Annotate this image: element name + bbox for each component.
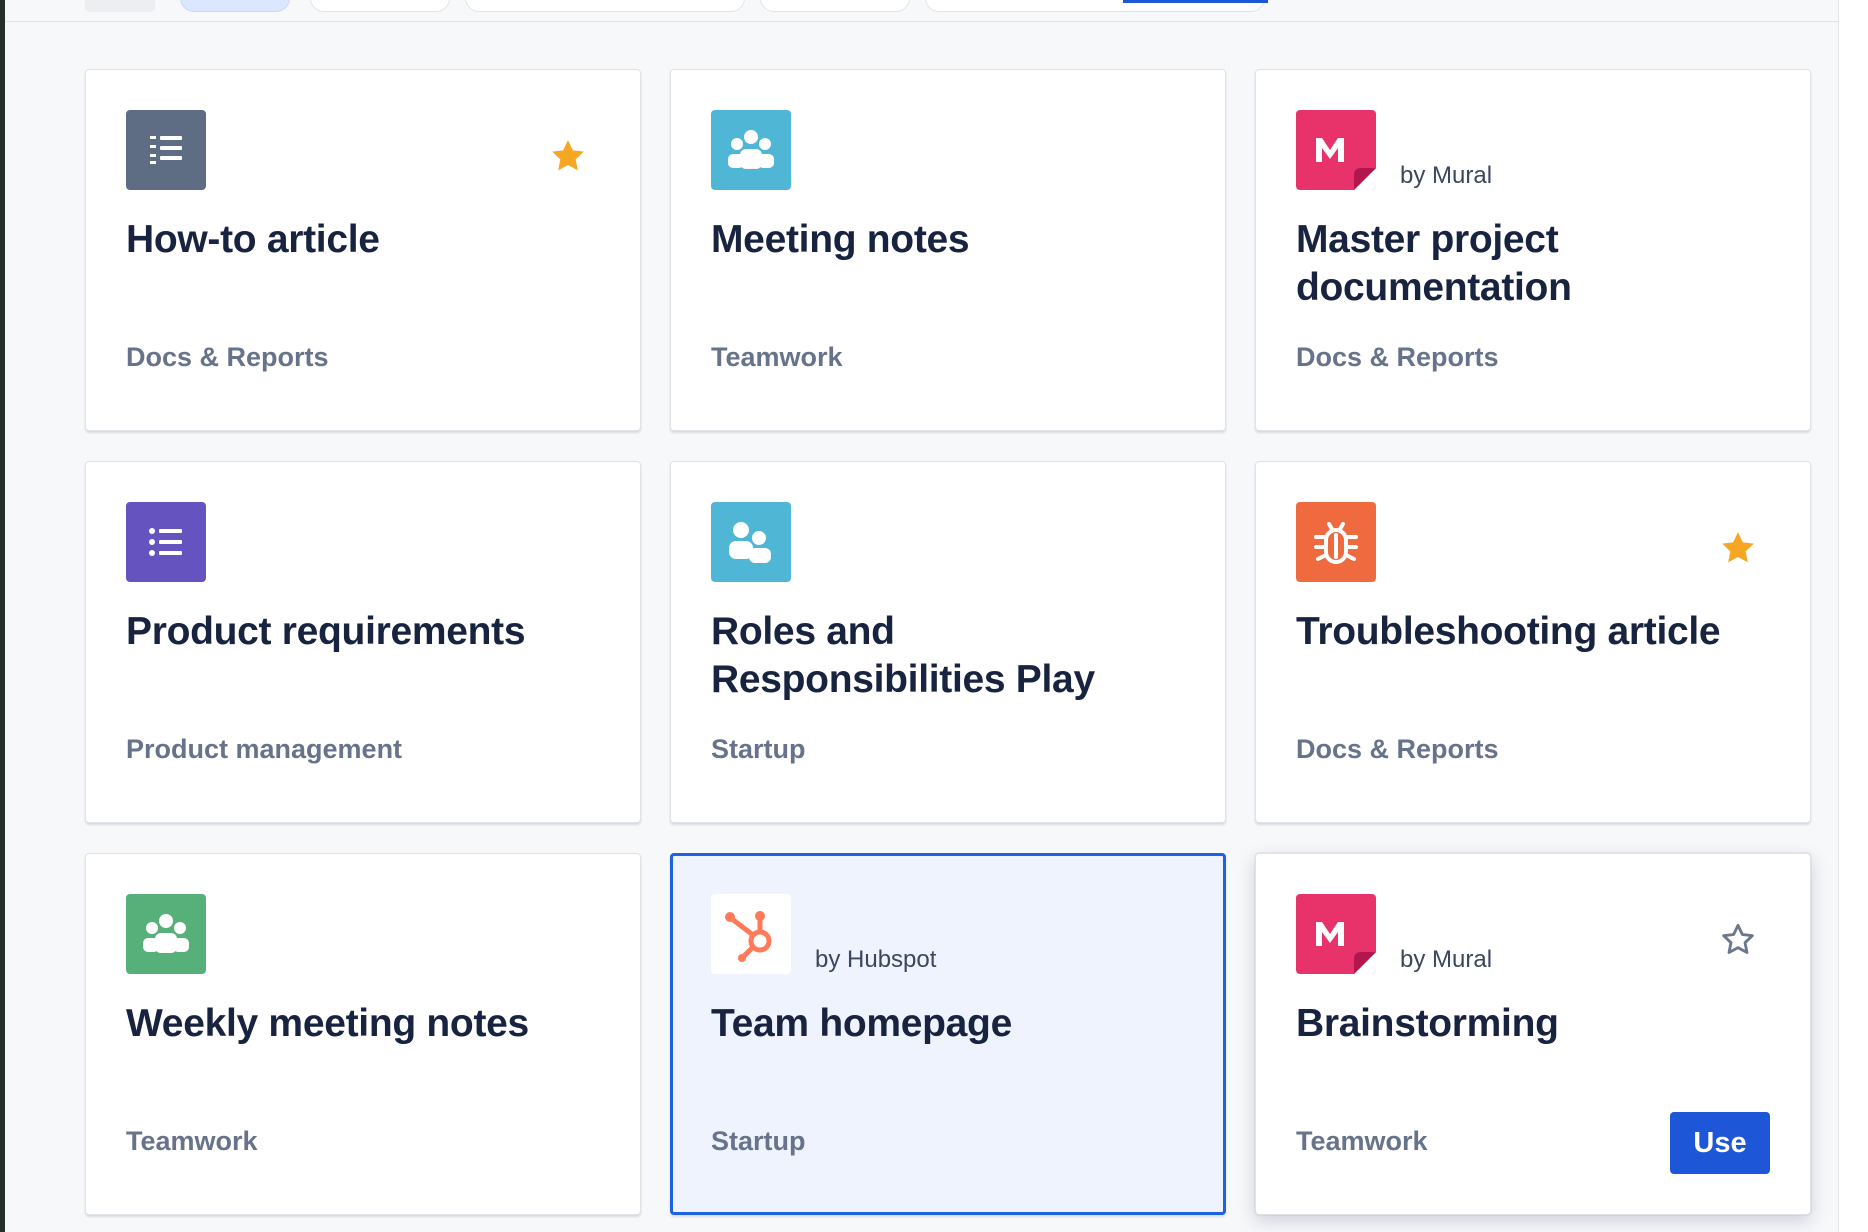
filter-chip-active[interactable] bbox=[180, 0, 290, 12]
template-byline: by Mural bbox=[1400, 946, 1493, 973]
category-filter-bar bbox=[5, 0, 1838, 22]
mural-logo-icon bbox=[1296, 110, 1376, 190]
filter-chip[interactable] bbox=[465, 0, 745, 12]
template-title: Brainstorming bbox=[1296, 1002, 1559, 1045]
template-category: Teamwork bbox=[1296, 1126, 1428, 1156]
mural-logo-icon bbox=[1296, 894, 1376, 974]
numbered-list-icon bbox=[126, 110, 206, 190]
template-title: Weekly meeting notes bbox=[126, 1002, 529, 1045]
filter-chip[interactable] bbox=[85, 0, 155, 12]
template-category: Teamwork bbox=[711, 342, 843, 372]
scrollbar-track[interactable] bbox=[1838, 0, 1868, 1232]
template-card-product-requirements[interactable]: Product requirements Product management bbox=[85, 461, 641, 823]
template-title: Troubleshooting article bbox=[1296, 610, 1721, 653]
template-title: How-to article bbox=[126, 218, 380, 261]
bug-icon bbox=[1296, 502, 1376, 582]
template-card-troubleshooting-article[interactable]: Troubleshooting article Docs & Reports bbox=[1255, 461, 1811, 823]
people-pair-icon bbox=[711, 502, 791, 582]
star-outline-icon[interactable] bbox=[1718, 920, 1758, 960]
template-card-weekly-meeting-notes[interactable]: Weekly meeting notes Teamwork bbox=[85, 853, 641, 1215]
template-title: Roles and Responsibilities Play bbox=[711, 610, 1095, 701]
template-category: Startup bbox=[711, 1126, 806, 1156]
filter-chip[interactable] bbox=[760, 0, 910, 12]
template-category: Docs & Reports bbox=[126, 342, 329, 372]
use-template-button[interactable]: Use bbox=[1670, 1112, 1770, 1174]
template-title: Master project documentation bbox=[1296, 218, 1572, 309]
filter-chip[interactable] bbox=[310, 0, 450, 12]
template-category: Teamwork bbox=[126, 1126, 258, 1156]
template-card-master-project-documentation[interactable]: by Mural Master project documentation Do… bbox=[1255, 69, 1811, 431]
active-tab-indicator bbox=[1123, 0, 1268, 3]
template-category: Docs & Reports bbox=[1296, 734, 1499, 764]
template-category: Startup bbox=[711, 734, 806, 764]
template-byline: by Mural bbox=[1400, 162, 1493, 189]
template-card-how-to-article[interactable]: How-to article Docs & Reports bbox=[85, 69, 641, 431]
people-group-icon bbox=[711, 110, 791, 190]
people-group-icon bbox=[126, 894, 206, 974]
template-title: Meeting notes bbox=[711, 218, 970, 261]
bullet-list-icon bbox=[126, 502, 206, 582]
star-filled-icon[interactable] bbox=[548, 136, 588, 176]
template-card-team-homepage[interactable]: by Hubspot Team homepage Startup bbox=[670, 853, 1226, 1215]
template-card-roles-and-responsibilities-play[interactable]: Roles and Responsibilities Play Startup bbox=[670, 461, 1226, 823]
template-card-brainstorming[interactable]: by Mural Brainstorming Teamwork Use bbox=[1255, 853, 1811, 1215]
template-card-meeting-notes[interactable]: Meeting notes Teamwork bbox=[670, 69, 1226, 431]
hubspot-logo-icon bbox=[711, 894, 791, 974]
template-byline: by Hubspot bbox=[815, 946, 937, 973]
template-category: Docs & Reports bbox=[1296, 342, 1499, 372]
template-title: Product requirements bbox=[126, 610, 526, 653]
window-edge bbox=[0, 0, 5, 1232]
template-category: Product management bbox=[126, 734, 403, 764]
template-title: Team homepage bbox=[711, 1002, 1012, 1045]
star-filled-icon[interactable] bbox=[1718, 528, 1758, 568]
